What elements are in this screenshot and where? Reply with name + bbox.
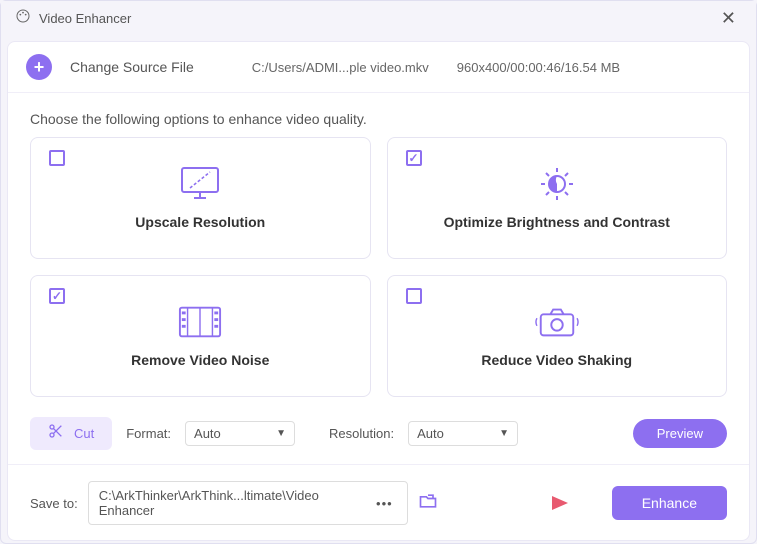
film-icon bbox=[178, 304, 222, 340]
resolution-label: Resolution: bbox=[329, 426, 394, 441]
option-brightness-contrast[interactable]: Optimize Brightness and Contrast bbox=[387, 137, 728, 259]
option-upscale-resolution[interactable]: Upscale Resolution bbox=[30, 137, 371, 259]
sun-icon bbox=[535, 166, 579, 202]
save-row: Save to: C:\ArkThinker\ArkThink...ltimat… bbox=[8, 464, 749, 541]
checkbox-upscale[interactable] bbox=[49, 150, 65, 166]
main-panel: + Change Source File C:/Users/ADMI...ple… bbox=[7, 41, 750, 541]
options-grid: Upscale Resolution Optimize Brightness a… bbox=[8, 137, 749, 397]
option-remove-noise[interactable]: Remove Video Noise bbox=[30, 275, 371, 397]
save-to-label: Save to: bbox=[30, 496, 78, 511]
cut-button[interactable]: Cut bbox=[30, 417, 112, 450]
caret-down-icon: ▼ bbox=[276, 428, 286, 439]
format-select[interactable]: Auto ▼ bbox=[185, 421, 295, 446]
caret-down-icon: ▼ bbox=[499, 428, 509, 439]
add-icon[interactable]: + bbox=[26, 54, 52, 80]
palette-icon bbox=[15, 8, 31, 29]
enhance-button[interactable]: Enhance bbox=[612, 486, 727, 520]
format-value: Auto bbox=[194, 426, 221, 441]
source-path: C:/Users/ADMI...ple video.mkv bbox=[252, 60, 429, 75]
save-path-text: C:\ArkThinker\ArkThink...ltimate\Video E… bbox=[99, 488, 372, 518]
format-label: Format: bbox=[126, 426, 171, 441]
option-label: Reduce Video Shaking bbox=[481, 352, 632, 368]
source-meta: 960x400/00:00:46/16.54 MB bbox=[457, 60, 620, 75]
resolution-select[interactable]: Auto ▼ bbox=[408, 421, 518, 446]
monitor-icon bbox=[178, 166, 222, 202]
checkbox-shaking[interactable] bbox=[406, 288, 422, 304]
option-reduce-shaking[interactable]: Reduce Video Shaking bbox=[387, 275, 728, 397]
resolution-value: Auto bbox=[417, 426, 444, 441]
titlebar-left: Video Enhancer bbox=[15, 8, 131, 29]
camera-icon bbox=[535, 304, 579, 340]
option-label: Upscale Resolution bbox=[135, 214, 265, 230]
titlebar: Video Enhancer ✕ bbox=[1, 1, 756, 35]
option-label: Optimize Brightness and Contrast bbox=[444, 214, 670, 230]
change-source-button[interactable]: Change Source File bbox=[70, 59, 194, 75]
arrow-annotation bbox=[448, 493, 602, 513]
checkbox-noise[interactable] bbox=[49, 288, 65, 304]
save-path-field[interactable]: C:\ArkThinker\ArkThink...ltimate\Video E… bbox=[88, 481, 408, 525]
open-folder-button[interactable] bbox=[418, 492, 438, 515]
source-row: + Change Source File C:/Users/ADMI...ple… bbox=[8, 42, 749, 93]
option-label: Remove Video Noise bbox=[131, 352, 269, 368]
checkbox-brightness[interactable] bbox=[406, 150, 422, 166]
instruction-text: Choose the following options to enhance … bbox=[8, 93, 749, 137]
scissors-icon bbox=[48, 423, 64, 444]
window-title: Video Enhancer bbox=[39, 11, 131, 26]
browse-button[interactable]: ••• bbox=[372, 496, 397, 511]
preview-button[interactable]: Preview bbox=[633, 419, 727, 448]
close-button[interactable]: ✕ bbox=[715, 6, 742, 31]
controls-row: Cut Format: Auto ▼ Resolution: Auto ▼ Pr… bbox=[8, 397, 749, 464]
cut-label: Cut bbox=[74, 426, 94, 441]
